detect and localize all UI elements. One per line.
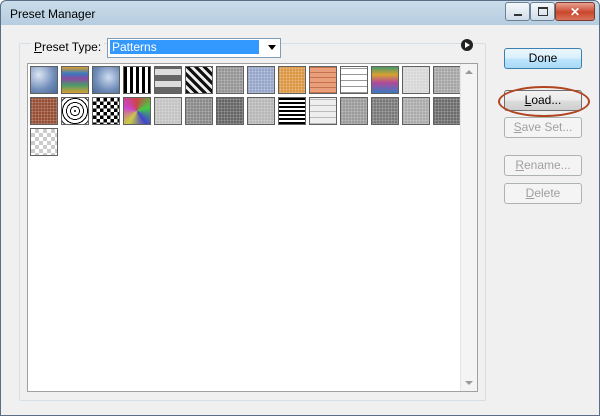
window-title: Preset Manager	[10, 7, 96, 21]
pattern-swatch-speckle[interactable]	[402, 66, 430, 94]
pattern-swatch-checkerboard[interactable]	[92, 97, 120, 125]
pattern-swatch-white-grid[interactable]	[340, 66, 368, 94]
done-button[interactable]: Done	[504, 48, 582, 69]
minimize-icon	[513, 13, 522, 16]
pattern-swatch-light-noise[interactable]	[247, 97, 275, 125]
vertical-scrollbar[interactable]	[460, 64, 477, 391]
pattern-swatch-orange-texture[interactable]	[278, 66, 306, 94]
highlight-annotation	[498, 86, 590, 117]
maximize-button[interactable]	[530, 2, 555, 21]
pattern-swatch-rough-noise[interactable]	[433, 97, 461, 125]
pattern-swatch-gray-noise[interactable]	[185, 97, 213, 125]
pattern-swatch-bricks[interactable]	[309, 97, 337, 125]
delete-button[interactable]: Delete	[504, 183, 582, 204]
pattern-swatch-blue-fabric[interactable]	[247, 66, 275, 94]
dialog-client-area: Preset Type: Patterns Done Load... Save …	[8, 26, 592, 408]
pattern-swatch-black-white-bars[interactable]	[123, 66, 151, 94]
title-bar[interactable]: Preset Manager ✕	[1, 1, 599, 26]
pattern-swatch-tie-dye[interactable]	[61, 66, 89, 94]
pattern-swatch-stone[interactable]	[433, 66, 461, 94]
pattern-swatch-marble[interactable]	[340, 97, 368, 125]
pattern-swatch-rainbow[interactable]	[371, 66, 399, 94]
pattern-swatch-gray-blocks[interactable]	[154, 66, 182, 94]
preset-manager-window: Preset Manager ✕ Preset Type: Patterns D…	[0, 0, 600, 416]
preset-type-select[interactable]: Patterns	[107, 38, 281, 58]
rename-button[interactable]: Rename...	[504, 155, 582, 176]
flyout-menu-icon[interactable]	[461, 39, 473, 51]
scroll-up-icon[interactable]	[465, 70, 473, 74]
pattern-swatch-transparent-checker[interactable]	[30, 128, 58, 156]
minimize-button[interactable]	[505, 2, 530, 21]
pattern-swatch-dense-noise[interactable]	[371, 97, 399, 125]
pattern-swatch-dark-noise[interactable]	[216, 97, 244, 125]
pattern-swatch-wave-lines[interactable]	[278, 97, 306, 125]
pattern-swatch-zebra[interactable]	[185, 66, 213, 94]
pattern-swatch-bubbles[interactable]	[30, 66, 58, 94]
pattern-swatch-color-mosaic[interactable]	[123, 97, 151, 125]
scroll-down-icon[interactable]	[465, 381, 473, 385]
pattern-swatch-concentric-squares[interactable]	[61, 97, 89, 125]
maximize-icon	[537, 7, 548, 16]
pattern-swatch-rust[interactable]	[30, 97, 58, 125]
preset-type-value: Patterns	[110, 40, 259, 54]
pattern-swatch-clouds[interactable]	[154, 97, 182, 125]
chevron-down-icon	[268, 45, 276, 50]
pattern-swatch-gray-granite[interactable]	[216, 66, 244, 94]
preset-type-label: Preset Type:	[31, 40, 105, 54]
save-set-button[interactable]: Save Set...	[504, 117, 582, 138]
close-icon: ✕	[569, 4, 581, 19]
pattern-swatch-fine-noise[interactable]	[402, 97, 430, 125]
close-button[interactable]: ✕	[555, 2, 595, 21]
pattern-list[interactable]	[27, 63, 478, 392]
pattern-swatch-salmon-grid[interactable]	[309, 66, 337, 94]
pattern-swatch-blue-bubbles[interactable]	[92, 66, 120, 94]
